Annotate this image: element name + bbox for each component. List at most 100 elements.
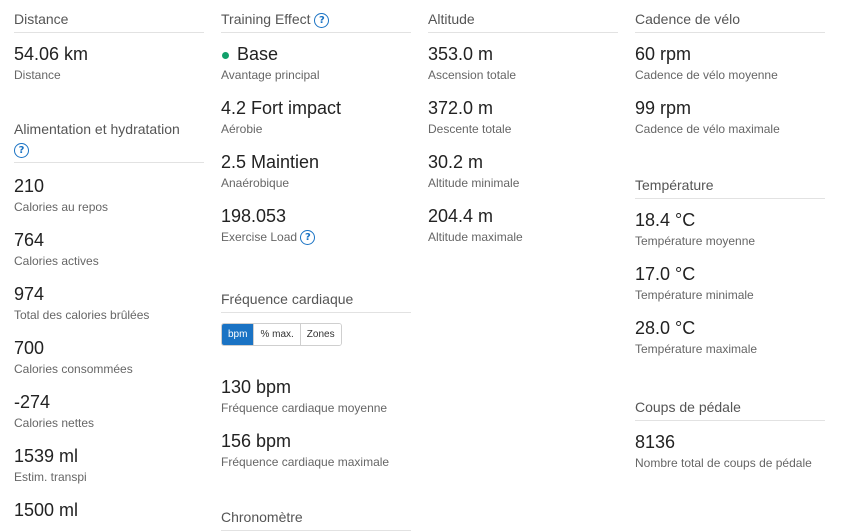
stat-label: Fréquence cardiaque moyenne [221, 401, 388, 415]
stat-value: 30.2 m [428, 152, 484, 172]
stat-min-temp: 17.0 °C Température minimale [635, 263, 825, 303]
stat-label: Calories nettes [14, 415, 95, 430]
section-title-heart: Fréquence cardiaque [221, 290, 411, 313]
stat-min-altitude: 30.2 m Altitude minimale [428, 151, 618, 191]
stat-label: Calories au repos [14, 199, 109, 214]
stat-value: 156 bpm [221, 431, 292, 451]
cadence-section: Cadence de vélo 60 rpm Cadence de vélo m… [635, 10, 825, 137]
stat-label: Anaérobique [221, 176, 290, 190]
stat-value: 18.4 °C [635, 210, 696, 230]
stat-label: Total des calories brûlées [14, 307, 150, 322]
stat-label: Exercise Load ? [221, 229, 411, 246]
stat-label: Aérobie [221, 122, 263, 136]
stat-max-temp: 28.0 °C Température maximale [635, 317, 825, 357]
stat-value: 4.2 Fort impact [221, 98, 342, 118]
stat-value: 8136 [635, 432, 676, 452]
stat-avg-temp: 18.4 °C Température moyenne [635, 209, 825, 249]
stat-net-calories: -274 Calories nettes [14, 391, 204, 431]
stat-label: Ascension totale [428, 68, 517, 82]
stat-label: Descente totale [428, 122, 512, 136]
stat-exercise-load: 198.053 Exercise Load ? [221, 205, 411, 246]
stat-value: 130 bpm [221, 377, 292, 397]
exercise-load-label: Exercise Load [221, 230, 298, 244]
section-title-training: Training Effect ? [221, 10, 411, 33]
stat-label: Altitude minimale [428, 176, 520, 190]
help-icon[interactable]: ? [314, 12, 330, 28]
help-icon[interactable]: ? [300, 230, 316, 246]
stat-value: 353.0 m [428, 44, 494, 64]
stat-total-calories: 974 Total des calories brûlées [14, 283, 204, 323]
stat-distance: 54.06 km Distance [14, 43, 204, 83]
section-title-nutrition: Alimentation et hydratation ? [14, 120, 204, 163]
stat-label: Calories actives [14, 253, 99, 268]
stat-label: Altitude maximale [428, 230, 523, 244]
stat-label: Nombre total de coups de pédale [635, 456, 812, 470]
stat-value: 54.06 km [14, 44, 89, 64]
stat-total-descent: 372.0 m Descente totale [428, 97, 618, 137]
stat-value: 1539 ml [14, 445, 79, 466]
stat-value: -274 [14, 391, 51, 412]
chrono-section: Chronomètre [221, 508, 411, 531]
stat-label: Cadence de vélo maximale [635, 122, 780, 136]
stat-fluid: 1500 ml [14, 499, 204, 521]
stat-active-calories: 764 Calories actives [14, 229, 204, 269]
stat-label: Cadence de vélo moyenne [635, 68, 778, 82]
stat-label: Calories consommées [14, 361, 133, 376]
stat-sweat-loss: 1539 ml Estim. transpi [14, 445, 204, 485]
section-title-altitude: Altitude [428, 10, 618, 33]
stat-consumed-calories: 700 Calories consommées [14, 337, 204, 377]
section-title-chrono: Chronomètre [221, 508, 411, 531]
stat-value: 99 rpm [635, 98, 692, 118]
stat-value: 198.053 [221, 206, 287, 226]
stat-label: Température minimale [635, 288, 754, 302]
section-title-strokes: Coups de pédale [635, 398, 825, 421]
toggle-bpm[interactable]: bpm [222, 324, 255, 345]
temperature-section: Température 18.4 °C Température moyenne … [635, 176, 825, 357]
stat-value: 764 [14, 229, 45, 250]
stat-value: Base [221, 43, 411, 65]
stat-value: 700 [14, 337, 45, 358]
stat-value: 60 rpm [635, 44, 692, 64]
stat-max-altitude: 204.4 m Altitude maximale [428, 205, 618, 245]
stat-label: Température maximale [635, 342, 758, 356]
toggle-percent-max[interactable]: % max. [254, 324, 301, 345]
distance-section: Distance 54.06 km Distance [14, 10, 204, 83]
stat-value: 210 [14, 175, 45, 196]
section-title-text: Training Effect [221, 11, 311, 27]
stat-label: Fréquence cardiaque maximale [221, 455, 390, 469]
stat-total-strokes: 8136 Nombre total de coups de pédale [635, 431, 825, 471]
stat-value: 372.0 m [428, 98, 494, 118]
section-title-distance: Distance [14, 10, 204, 33]
stat-label: Avantage principal [221, 68, 320, 82]
stat-label: Distance [14, 68, 61, 82]
stat-primary-benefit: Base Avantage principal [221, 43, 411, 83]
section-title-temperature: Température [635, 176, 825, 199]
heart-rate-unit-toggle: bpm % max. Zones [221, 323, 342, 346]
stat-max-cadence: 99 rpm Cadence de vélo maximale [635, 97, 825, 137]
stat-value: 17.0 °C [635, 264, 696, 284]
stat-resting-calories: 210 Calories au repos [14, 175, 204, 215]
stat-value: 974 [14, 283, 45, 304]
stat-anaerobic: 2.5 Maintien Anaérobique [221, 151, 411, 191]
stat-avg-heart-rate: 130 bpm Fréquence cardiaque moyenne [221, 376, 411, 416]
primary-benefit-value: Base [237, 44, 279, 64]
stat-avg-cadence: 60 rpm Cadence de vélo moyenne [635, 43, 825, 83]
section-title-text: Alimentation et hydratation [14, 121, 180, 137]
section-title-cadence: Cadence de vélo [635, 10, 825, 33]
stat-label: Température moyenne [635, 234, 756, 248]
pedal-strokes-section: Coups de pédale 8136 Nombre total de cou… [635, 398, 825, 471]
help-icon[interactable]: ? [14, 142, 29, 158]
stat-aerobic: 4.2 Fort impact Aérobie [221, 97, 411, 137]
status-dot [222, 51, 229, 59]
heart-rate-section: Fréquence cardiaque bpm % max. Zones 130… [221, 290, 411, 470]
stat-total-ascent: 353.0 m Ascension totale [428, 43, 618, 83]
stat-value: 28.0 °C [635, 318, 696, 338]
stat-value: 2.5 Maintien [221, 152, 320, 172]
toggle-zones[interactable]: Zones [300, 324, 341, 345]
stat-value: 204.4 m [428, 206, 494, 226]
altitude-section: Altitude 353.0 m Ascension totale 372.0 … [428, 10, 618, 245]
stat-value: 1500 ml [14, 499, 79, 520]
training-effect-section: Training Effect ? Base Avantage principa… [221, 10, 411, 246]
stat-max-heart-rate: 156 bpm Fréquence cardiaque maximale [221, 430, 411, 470]
nutrition-section: Alimentation et hydratation ? 210 Calori… [14, 120, 204, 521]
